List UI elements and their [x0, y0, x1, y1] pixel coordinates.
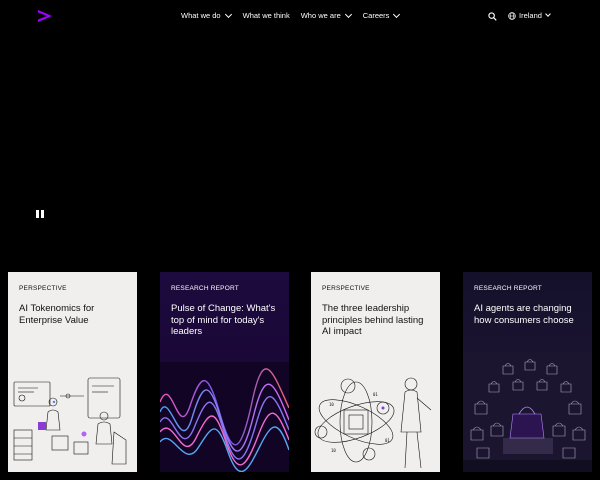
- nav-label: Who we are: [300, 11, 341, 20]
- nav-label: What we do: [181, 11, 221, 20]
- nav-label: What we think: [242, 11, 290, 20]
- light-waves-image: [160, 362, 289, 472]
- svg-text:10: 10: [329, 402, 334, 407]
- pause-icon: [36, 210, 39, 218]
- atom-leadership-illustration: 10 01 10 01: [314, 377, 432, 469]
- card-three-leadership-principles[interactable]: PERSPECTIVE The three leadership princip…: [311, 272, 440, 472]
- people-working-illustration: [13, 377, 127, 465]
- svg-text:01: 01: [373, 392, 378, 397]
- region-label: Ireland: [519, 11, 542, 20]
- main-nav: What we do What we think Who we are Care…: [181, 10, 401, 20]
- globe-icon: [508, 11, 516, 20]
- pause-button[interactable]: [36, 210, 44, 219]
- nav-what-we-do[interactable]: What we do: [181, 10, 232, 20]
- card-ai-tokenomics[interactable]: PERSPECTIVE AI Tokenomics for Enterprise…: [8, 272, 137, 472]
- region-selector[interactable]: Ireland: [508, 11, 551, 20]
- nav-label: Careers: [362, 11, 390, 20]
- chevron-down-icon: [393, 10, 401, 18]
- card-tag: RESEARCH REPORT: [171, 285, 239, 292]
- chevron-down-icon: [344, 10, 352, 18]
- nav-what-we-think[interactable]: What we think: [243, 11, 290, 20]
- search-icon[interactable]: [488, 12, 497, 21]
- card-tag: RESEARCH REPORT: [474, 285, 542, 292]
- handbags-display-image: [463, 352, 592, 472]
- card-ai-agents-consumers[interactable]: RESEARCH REPORT AI agents are changing h…: [463, 272, 592, 472]
- card-tag: PERSPECTIVE: [322, 285, 370, 292]
- chevron-down-icon: [545, 11, 551, 17]
- svg-text:01: 01: [385, 438, 390, 443]
- card-title: AI agents are changing how consumers cho…: [474, 303, 574, 326]
- site-header: What we do What we think Who we are Care…: [0, 0, 600, 34]
- card-title: Pulse of Change: What's top of mind for …: [171, 303, 276, 337]
- nav-careers[interactable]: Careers: [362, 10, 401, 20]
- card-tag: PERSPECTIVE: [19, 285, 67, 292]
- accenture-logo[interactable]: [37, 9, 53, 25]
- card-title: AI Tokenomics for Enterprise Value: [19, 303, 95, 326]
- nav-who-we-are[interactable]: Who we are: [300, 10, 352, 20]
- card-pulse-of-change[interactable]: RESEARCH REPORT Pulse of Change: What's …: [160, 272, 289, 472]
- card-title: The three leadership principles behind l…: [322, 303, 424, 337]
- chevron-down-icon: [224, 10, 232, 18]
- svg-text:10: 10: [331, 448, 336, 453]
